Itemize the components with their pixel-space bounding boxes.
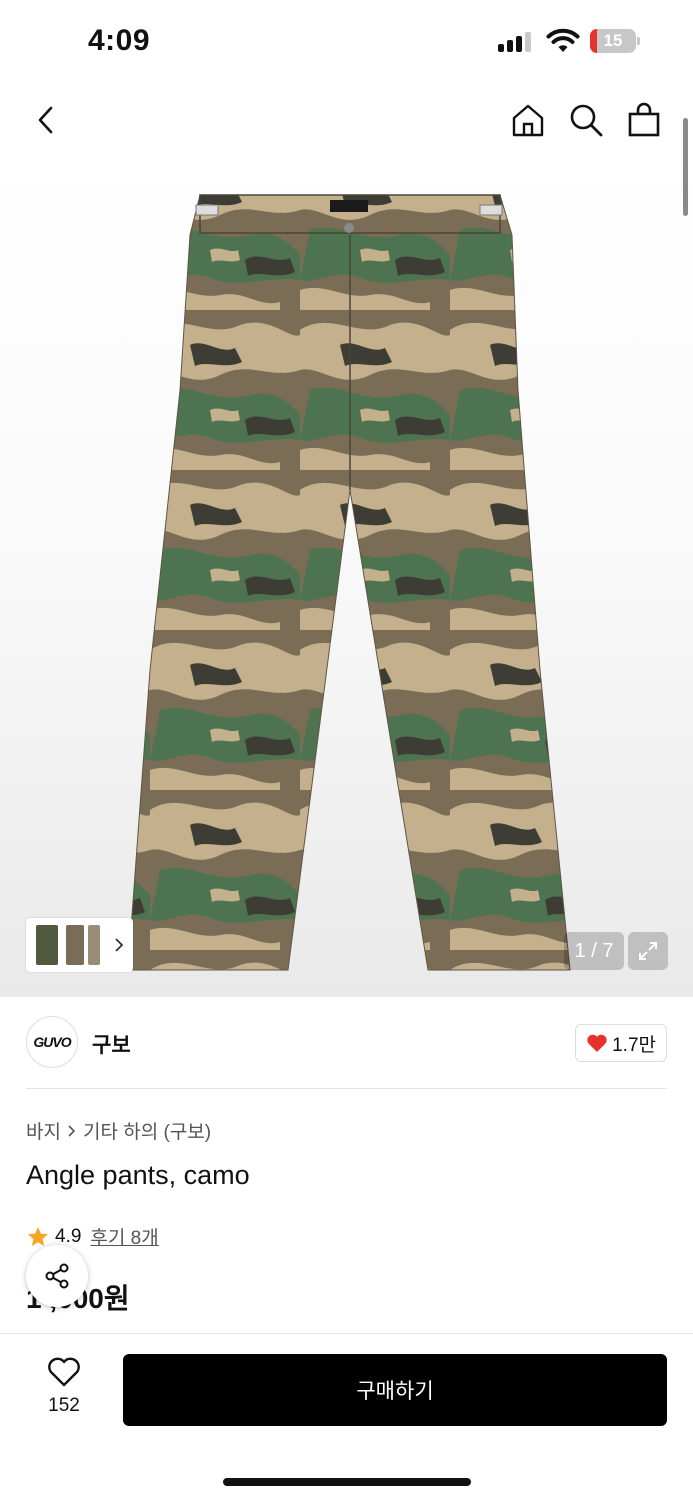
buy-button[interactable]: 구매하기	[123, 1354, 667, 1426]
image-counter: 1 / 7	[564, 932, 624, 970]
chevron-right-icon	[115, 938, 124, 952]
battery-icon: 15	[590, 29, 640, 53]
thumbnail-3[interactable]	[88, 925, 100, 965]
thumbnail-1[interactable]	[36, 925, 58, 965]
scrollbar[interactable]	[683, 118, 688, 216]
breadcrumb-subcategory[interactable]: 기타 하의 (구보)	[83, 1117, 211, 1144]
battery-level: 15	[603, 31, 623, 50]
heart-outline-icon	[48, 1357, 80, 1387]
share-icon	[45, 1263, 69, 1289]
product-image-gallery[interactable]: 1 / 7	[0, 150, 693, 997]
status-bar: 4:09 15	[0, 0, 693, 80]
search-icon	[570, 104, 603, 137]
home-button[interactable]	[506, 98, 550, 142]
wishlist-count: 152	[48, 1395, 80, 1416]
top-navigation	[0, 90, 693, 150]
brand-name[interactable]: 구보	[92, 1029, 131, 1059]
cellular-signal-icon	[498, 30, 534, 52]
back-button[interactable]	[24, 98, 68, 142]
home-icon	[512, 104, 544, 137]
thumbnail-strip[interactable]	[26, 918, 133, 972]
shopping-bag-icon	[628, 102, 660, 137]
heart-filled-icon	[587, 1034, 607, 1052]
review-link[interactable]: 후기 8개	[90, 1223, 158, 1250]
chevron-right-icon	[68, 1124, 76, 1137]
home-indicator	[223, 1478, 471, 1486]
status-time: 4:09	[88, 24, 151, 57]
thumbnail-2[interactable]	[66, 925, 84, 965]
share-button[interactable]	[26, 1245, 88, 1307]
product-image	[127, 194, 571, 971]
expand-button[interactable]	[628, 932, 668, 970]
bottom-action-bar: 152 구매하기	[0, 1333, 693, 1500]
search-button[interactable]	[564, 98, 608, 142]
brand-like-button[interactable]: 1.7만	[575, 1024, 667, 1062]
chevron-left-icon	[38, 106, 53, 134]
wishlist-button[interactable]: 152	[30, 1356, 98, 1426]
cart-button[interactable]	[622, 98, 666, 142]
brand-like-count: 1.7만	[612, 1034, 656, 1056]
brand-logo[interactable]: GUVO	[26, 1016, 78, 1068]
expand-icon	[639, 942, 657, 960]
product-title: Angle pants, camo	[26, 1160, 250, 1190]
breadcrumb-category[interactable]: 바지	[26, 1117, 61, 1144]
divider	[26, 1088, 667, 1089]
wifi-icon	[546, 28, 580, 52]
breadcrumb: 바지 기타 하의 (구보)	[26, 1117, 211, 1144]
brand-row: GUVO 구보 1.7만	[26, 1016, 667, 1070]
star-icon	[28, 1226, 48, 1246]
